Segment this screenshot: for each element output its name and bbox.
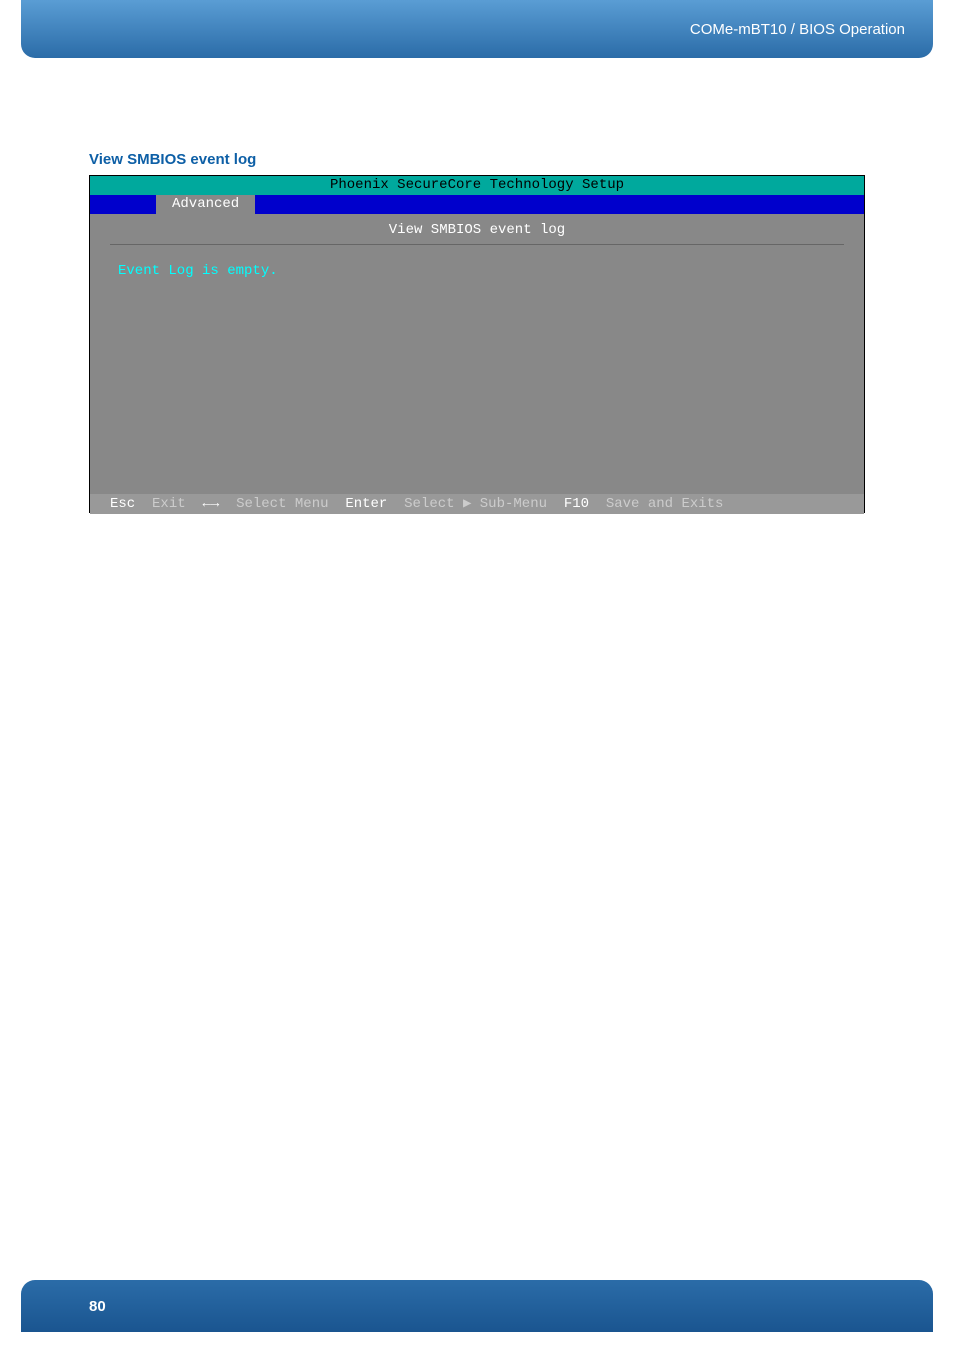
bios-content-title: View SMBIOS event log [110,222,844,245]
page-header: COMe-mBT10 / BIOS Operation [21,0,933,58]
bios-tab-advanced[interactable]: Advanced [156,195,255,214]
bios-action-select-menu: Select Menu [236,494,328,514]
bios-screenshot: Phoenix SecureCore Technology Setup Adva… [89,175,865,513]
bios-action-save-exit: Save and Exits [606,494,724,514]
bios-tab-spacer [90,195,156,214]
bios-key-enter: Enter [345,494,387,514]
bios-footer-bar: Esc Exit ←→ Select Menu Enter Select ▶ S… [90,494,864,514]
bios-content-area: View SMBIOS event log Event Log is empty… [90,214,864,494]
bios-title-bar: Phoenix SecureCore Technology Setup [90,176,864,195]
bios-key-esc: Esc [110,494,135,514]
bios-event-log-message: Event Log is empty. [110,263,844,279]
header-breadcrumb: COMe-mBT10 / BIOS Operation [690,21,905,38]
bios-key-arrows: ←→ [202,494,219,514]
page-footer: 80 [21,1280,933,1332]
page-number: 80 [89,1298,106,1315]
section-heading: View SMBIOS event log [89,151,256,168]
bios-tab-bar: Advanced [90,195,864,214]
bios-key-f10: F10 [564,494,589,514]
bios-action-exit: Exit [152,494,186,514]
bios-action-submenu: Select ▶ Sub-Menu [404,494,547,514]
